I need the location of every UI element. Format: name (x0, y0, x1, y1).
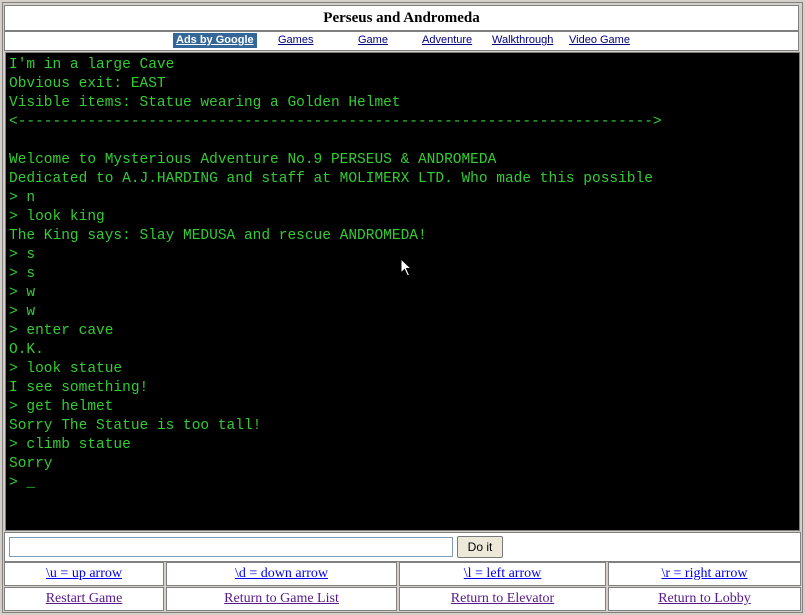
console-line: > s (9, 247, 36, 263)
arrow-hint-left-link[interactable]: \l = left arrow (464, 566, 541, 581)
console-line: O.K. (9, 342, 44, 358)
page-title: Perseus and Andromeda (4, 5, 799, 31)
console-line: Sorry (9, 456, 53, 472)
ad-link-adventure[interactable]: Adventure (422, 34, 472, 46)
console-line: Dedicated to A.J.HARDING and staff at MO… (9, 171, 653, 187)
console-line: The King says: Slay MEDUSA and rescue AN… (9, 228, 427, 244)
console-line: > look king (9, 209, 105, 225)
console-line: > get helmet (9, 399, 114, 415)
console-line: > n (9, 190, 36, 206)
ad-link-game[interactable]: Game (358, 34, 388, 46)
arrow-hint-right-link[interactable]: \r = right arrow (661, 566, 747, 581)
arrow-hint-up: \u = up arrow (4, 562, 164, 586)
console-line: > _ (9, 475, 36, 491)
console-line: Obvious exit: EAST (9, 76, 166, 92)
return-to-game-list-link[interactable]: Return to Game List (224, 591, 339, 606)
return-to-elevator-link[interactable]: Return to Elevator (451, 591, 554, 606)
do-it-button[interactable]: Do it (457, 536, 503, 558)
console-line: <---------------------------------------… (9, 114, 662, 130)
console-line: Sorry The Statue is too tall! (9, 418, 262, 434)
arrow-hint-right: \r = right arrow (608, 562, 801, 586)
console-line: > climb statue (9, 437, 131, 453)
ad-link-video-game[interactable]: Video Game (569, 34, 630, 46)
console-line: I see something! (9, 380, 149, 396)
console-line: Welcome to Mysterious Adventure No.9 PER… (9, 152, 497, 168)
console-line: > look statue (9, 361, 123, 377)
console-line: > enter cave (9, 323, 114, 339)
ad-link-games[interactable]: Games (278, 34, 313, 46)
arrow-hint-left: \l = left arrow (399, 562, 606, 586)
console-line: Visible items: Statue wearing a Golden H… (9, 95, 401, 111)
ads-bar: Ads by Google Games Game Adventure Walkt… (4, 31, 799, 51)
console-line: > s (9, 266, 36, 282)
command-row: Do it (4, 532, 801, 562)
command-input[interactable] (9, 537, 453, 557)
nav-return-elevator: Return to Elevator (399, 587, 606, 611)
console-line: I'm in a large Cave (9, 57, 175, 73)
arrow-hint-down-link[interactable]: \d = down arrow (235, 566, 328, 581)
restart-game-link[interactable]: Restart Game (46, 591, 123, 606)
ads-by-google-label[interactable]: Ads by Google (173, 33, 257, 48)
game-console[interactable]: I'm in a large Cave Obvious exit: EAST V… (5, 52, 800, 531)
console-line: > w (9, 304, 36, 320)
arrow-hint-down: \d = down arrow (166, 562, 397, 586)
ad-link-walkthrough[interactable]: Walkthrough (492, 34, 553, 46)
arrow-hint-up-link[interactable]: \u = up arrow (46, 566, 122, 581)
nav-return-game-list: Return to Game List (166, 587, 397, 611)
nav-return-lobby: Return to Lobby (608, 587, 801, 611)
mouse-pointer-icon (400, 258, 413, 277)
return-to-lobby-link[interactable]: Return to Lobby (658, 591, 751, 606)
console-line: > w (9, 285, 36, 301)
nav-restart-game: Restart Game (4, 587, 164, 611)
